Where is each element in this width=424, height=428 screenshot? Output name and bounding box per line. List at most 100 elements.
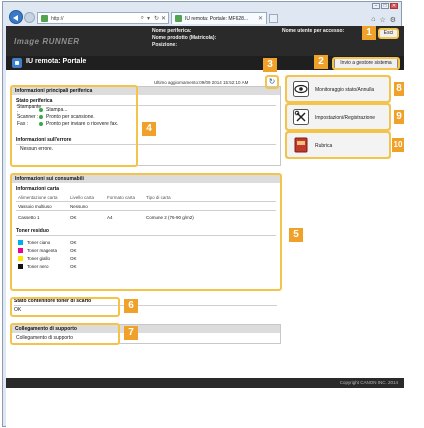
refresh-icon: ↻ <box>268 77 276 86</box>
new-tab-button[interactable] <box>269 14 278 23</box>
reload-icon[interactable]: ↻ <box>154 15 159 22</box>
callout-4: 4 <box>142 122 156 136</box>
url-text: http:// <box>51 16 64 22</box>
stop-icon[interactable]: ✕ <box>161 15 166 22</box>
toner-status: OK <box>70 255 77 261</box>
column-header: Livello carta <box>70 195 95 200</box>
address-book-label: Rubrica <box>315 143 333 149</box>
table-cell <box>146 204 216 209</box>
toner-name: Toner ciano <box>27 239 51 245</box>
table-cell: Vassoio multiuso <box>18 204 52 209</box>
toner-row: Toner magenta OK <box>12 246 280 254</box>
status-key: Fax : <box>17 120 29 127</box>
page-header: Image RUNNER Nome periferica: Nome prodo… <box>6 26 404 56</box>
consumables-title: Informazioni sui consumabili <box>12 175 280 183</box>
callout-6: 6 <box>124 299 138 313</box>
page-title: IU remota: Portale <box>26 58 87 65</box>
waste-toner-value: OK <box>14 306 22 313</box>
status-value: Pronto per scansione. <box>46 113 95 120</box>
tab-favicon-icon <box>175 15 182 22</box>
address-search-icon[interactable]: ⌕ <box>141 15 144 22</box>
brand-logo: Image RUNNER <box>14 37 80 46</box>
device-status-title: Stato periferica <box>16 98 53 104</box>
tab-close-icon[interactable]: ✕ <box>258 15 263 22</box>
callout-8: 8 <box>394 82 404 96</box>
toner-status: OK <box>70 263 77 269</box>
toner-name: Toner giallo <box>27 255 51 261</box>
device-info-title: Informazioni principali periferica <box>12 87 280 95</box>
device-info-header: Nome periferica: Nome prodotto (Matricol… <box>152 28 220 49</box>
status-key: Scanner : <box>17 113 39 120</box>
star-icon[interactable]: ☆ <box>379 16 385 24</box>
send-to-admin-button[interactable]: Invio a gestore sistema <box>334 58 398 69</box>
support-title: Collegamento di supporto <box>12 325 280 333</box>
tab-title: IU remota: Portale: MF628... <box>185 16 249 22</box>
callout-9: 9 <box>394 110 404 124</box>
status-ok-icon <box>39 121 43 126</box>
position-label: Posizione: <box>152 42 178 48</box>
copyright-text: Copyright CANON INC. 2014 <box>339 380 398 385</box>
toner-name: Toner magenta <box>27 247 58 253</box>
browser-tab[interactable]: IU remota: Portale: MF628... ✕ <box>171 12 267 24</box>
page-content: Image RUNNER Nome periferica: Nome prodo… <box>6 26 404 428</box>
last-updated-text: Ultimo aggiornamento:09/09 2014 15:52:10… <box>154 80 249 85</box>
monitoring-button[interactable]: Monitoraggio stato/Annulla <box>286 76 390 102</box>
login-user-label: Nome utente per accesso: <box>282 28 345 34</box>
consumables-panel: Informazioni sui consumabili Informazion… <box>11 174 281 290</box>
maximize-button[interactable]: □ <box>381 3 389 9</box>
toner-status: OK <box>70 247 77 253</box>
toner-status: OK <box>70 239 77 245</box>
table-cell: Cassetto 1 <box>18 215 40 220</box>
waste-toner-title: Stato contenitore toner di scarto <box>14 298 92 304</box>
minimize-button[interactable]: – <box>372 3 380 9</box>
callout-2: 2 <box>314 55 328 69</box>
device-name-label: Nome periferica: <box>152 28 192 34</box>
close-window-button[interactable]: ✕ <box>390 3 398 9</box>
status-row: Scanner : Pronto per scansione. <box>12 113 280 120</box>
status-ok-icon <box>39 114 43 119</box>
window-controls: – □ ✕ <box>372 3 398 9</box>
browser-window: – □ ✕ http:// ⌕ ▾ ↻ ✕ IU remota: Portale… <box>2 1 404 428</box>
settings-button[interactable]: Impostazioni/Registrazione <box>286 104 390 130</box>
column-header: Formato carta <box>107 195 136 200</box>
column-header: Tipo di carta <box>146 195 171 200</box>
support-panel: Collegamento di supporto Collegamento di… <box>11 324 281 344</box>
table-cell: OK <box>70 215 77 220</box>
toner-title: Toner residuo <box>16 228 49 234</box>
table-cell: Comune 2 (76-90 g/m2) <box>146 215 194 220</box>
product-name-label: Nome prodotto (Matricola): <box>152 35 217 41</box>
table-cell <box>107 204 146 209</box>
table-cell: Nessuno <box>70 204 88 209</box>
callout-3: 3 <box>263 58 277 72</box>
paper-table-header: Alimentazione carta Livello carta Format… <box>12 195 280 200</box>
table-cell: A4 <box>107 215 113 220</box>
support-link[interactable]: Collegamento di supporto <box>12 334 280 341</box>
magenta-swatch-icon <box>18 247 23 253</box>
yellow-swatch-icon <box>18 255 23 261</box>
back-button[interactable] <box>9 10 23 24</box>
site-icon <box>41 15 48 22</box>
browser-toolbar: ⌂ ☆ ⚙ <box>371 16 396 24</box>
toner-name: Toner nero <box>27 263 49 269</box>
error-info-title: Informazioni sull'errore <box>16 137 72 143</box>
address-book-button[interactable]: Rubrica <box>286 132 390 158</box>
address-bar[interactable]: http:// ⌕ ▾ ↻ ✕ <box>37 12 169 24</box>
status-value: Pronto per inviare o ricevere fax. <box>46 120 119 127</box>
monitoring-label: Monitoraggio stato/Annulla <box>315 87 375 93</box>
portal-icon <box>12 58 22 68</box>
address-book-icon <box>294 137 308 153</box>
gear-icon[interactable]: ⚙ <box>390 16 396 24</box>
black-swatch-icon <box>18 263 23 269</box>
callout-1: 1 <box>362 26 376 40</box>
exit-button[interactable]: Esci <box>379 29 398 38</box>
error-value: Nessun errore. <box>20 145 54 152</box>
address-dropdown-icon[interactable]: ▾ <box>147 15 150 22</box>
forward-button[interactable] <box>24 12 35 23</box>
callout-5: 5 <box>289 228 303 242</box>
callout-10: 10 <box>392 138 404 152</box>
home-icon[interactable]: ⌂ <box>371 16 375 24</box>
page-footer: Copyright CANON INC. 2014 <box>6 378 404 388</box>
status-value: Stampa... <box>46 106 68 113</box>
toner-row: Toner nero OK <box>12 262 280 270</box>
status-ok-icon <box>39 107 43 112</box>
